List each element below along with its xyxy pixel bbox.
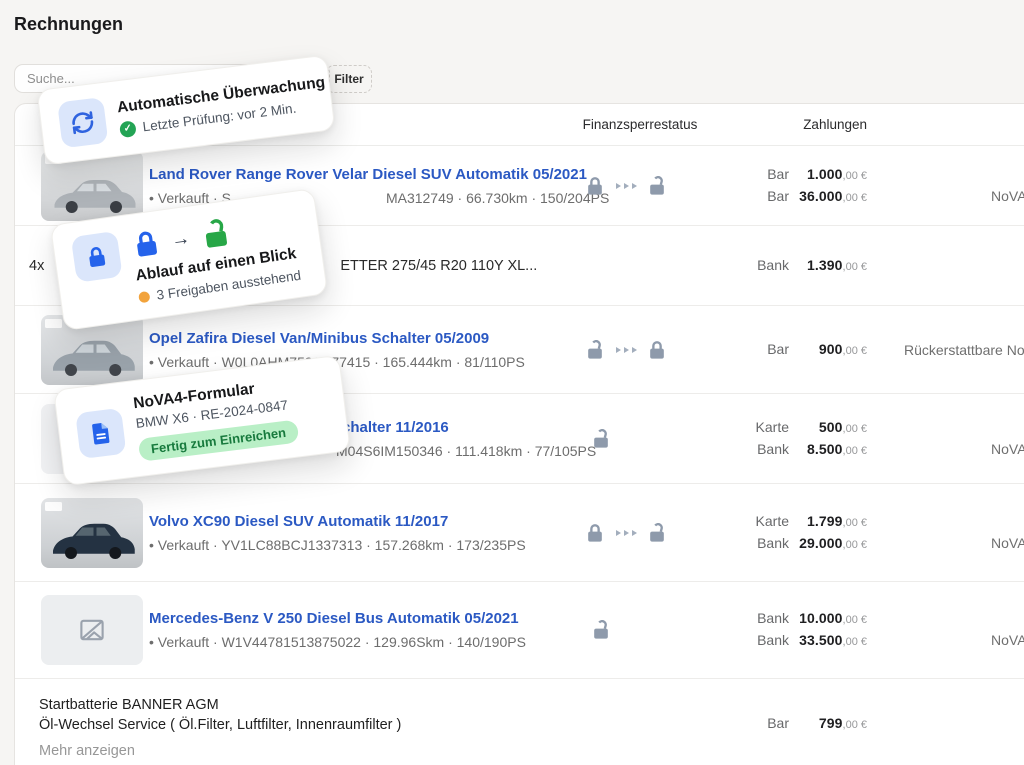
pending-dot-icon <box>138 291 150 303</box>
payments-cell: Karte500,00 € Bank8.500,00 € <box>681 417 867 461</box>
vehicle-subtitle: • Verkauft · YV1LC88BCJ1337313 · 157.268… <box>149 537 549 553</box>
column-header-zahlungen: Zahlungen <box>681 117 867 132</box>
lock-open-icon <box>646 523 668 543</box>
finance-lock-status <box>566 523 686 543</box>
table-row[interactable]: Startbatterie BANNER AGM Öl-Wechsel Serv… <box>15 679 1024 765</box>
flow-arrows-icon <box>614 347 638 353</box>
arrow-right-icon: → <box>170 228 191 249</box>
finance-lock-status <box>566 340 686 360</box>
flow-arrows-icon <box>614 183 638 189</box>
finance-lock-status <box>566 429 686 449</box>
vehicle-link[interactable]: Opel Zafira Diesel Van/Minibus Schalter … <box>149 330 489 347</box>
document-icon <box>75 407 126 458</box>
vehicle-thumbnail-no-image[interactable] <box>41 595 143 665</box>
item-title: Startbatterie BANNER AGM <box>39 695 401 715</box>
nova-label: NoVA <box>991 535 1024 551</box>
page-title: Rechnungen <box>14 14 123 35</box>
nova-label: Rückerstattbare NoVA <box>904 342 1024 358</box>
nova-label: NoVA <box>991 632 1024 648</box>
item-title: Öl-Wechsel Service ( Öl.Filter, Luftfilt… <box>39 715 401 735</box>
table-row[interactable]: Volvo XC90 Diesel SUV Automatik 11/2017 … <box>15 484 1024 582</box>
lock-closed-icon <box>71 231 123 283</box>
table-row[interactable]: Mercedes-Benz V 250 Diesel Bus Automatik… <box>15 582 1024 679</box>
payments-cell: Bar1.000,00 € Bar36.000,00 € <box>681 164 867 208</box>
check-circle-icon: ✓ <box>119 120 137 138</box>
lock-closed-icon <box>584 523 606 543</box>
lock-closed-icon <box>646 340 668 360</box>
payments-cell: Bar900,00 € <box>681 339 867 361</box>
finance-lock-status <box>566 176 686 196</box>
lock-open-icon <box>584 340 606 360</box>
filter-button[interactable]: Filter <box>326 65 372 93</box>
lock-open-icon <box>646 176 668 196</box>
lock-open-icon <box>198 217 234 251</box>
vehicle-subtitle: • Verkauft · W0L0AHM759G077415 · 165.444… <box>149 354 549 370</box>
lock-closed-icon <box>584 176 606 196</box>
lock-open-icon <box>590 429 612 449</box>
flow-arrows-icon <box>614 530 638 536</box>
payments-cell: Bank1.390,00 € <box>681 255 867 277</box>
nova-label: NoVA <box>991 441 1024 457</box>
payments-cell: Bank10.000,00 € Bank33.500,00 € <box>681 608 867 652</box>
payments-cell: Karte1.799,00 € Bank29.000,00 € <box>681 511 867 555</box>
image-off-icon <box>75 613 109 647</box>
show-more-link[interactable]: Mehr anzeigen <box>39 741 401 761</box>
lock-closed-icon <box>130 228 164 260</box>
nova-label: NoVA <box>991 188 1024 204</box>
vehicle-thumbnail[interactable] <box>41 498 143 568</box>
vehicle-link[interactable]: chalter 11/2016 <box>342 419 449 436</box>
vehicle-link[interactable]: Land Rover Range Rover Velar Diesel SUV … <box>149 166 587 183</box>
payments-cell: Bar799,00 € <box>681 713 867 735</box>
refresh-icon <box>57 97 108 148</box>
vehicle-link[interactable]: Mercedes-Benz V 250 Diesel Bus Automatik… <box>149 610 519 627</box>
lock-open-icon <box>590 620 612 640</box>
vehicle-subtitle: • Verkauft · W1V44781513875022 · 129.96S… <box>149 634 549 650</box>
vehicle-link[interactable]: Volvo XC90 Diesel SUV Automatik 11/2017 <box>149 513 448 530</box>
finance-lock-status <box>566 620 686 640</box>
